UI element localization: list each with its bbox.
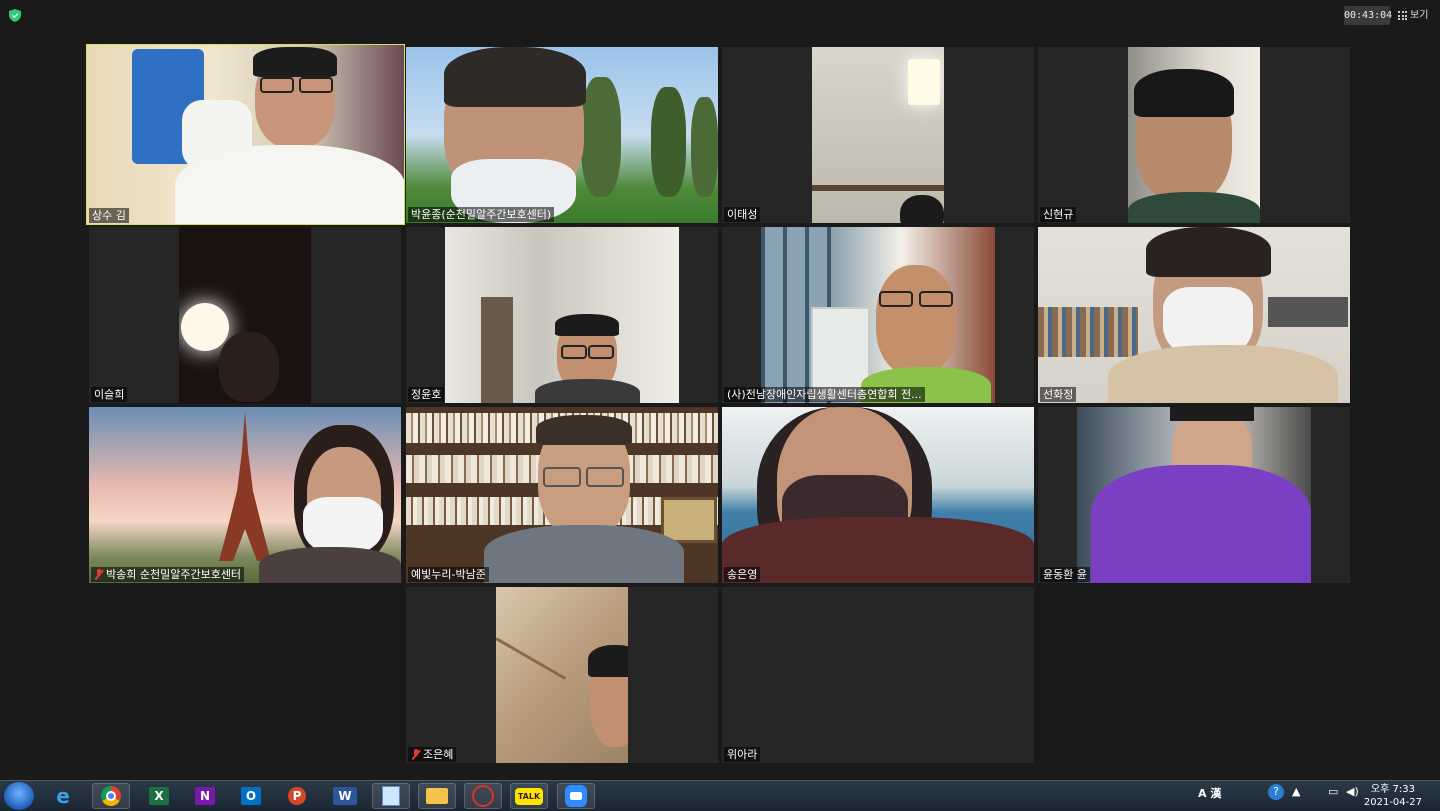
participant-name: 조은혜	[408, 747, 457, 762]
participant-name: 신현규	[1040, 207, 1077, 222]
kakaotalk-icon[interactable]: TALK	[510, 783, 548, 809]
video-tile[interactable]: 신현규	[1038, 47, 1350, 223]
participant-name: 정윤호	[408, 387, 445, 402]
video-tile[interactable]: 상수 김	[86, 44, 405, 225]
muted-mic-icon	[94, 569, 104, 580]
meeting-top-bar: 00:43:04 보기	[0, 0, 1440, 32]
video-tile[interactable]: 박윤종(순천밀알주간보호센터)	[406, 47, 718, 223]
video-tile[interactable]: 이태성	[722, 47, 1034, 223]
participant-name: 박윤종(순천밀알주간보호센터)	[408, 207, 555, 222]
network-icon[interactable]: ▭	[1328, 785, 1338, 798]
participant-name: 위아라	[724, 747, 761, 762]
participant-name: 윤동환 윤	[1040, 567, 1090, 582]
gallery-grid-icon	[1398, 11, 1407, 20]
video-feed	[89, 407, 401, 583]
video-feed	[179, 227, 311, 403]
participant-name: 이태성	[724, 207, 761, 222]
notepad-icon[interactable]	[372, 783, 410, 809]
zoom-icon[interactable]	[557, 783, 595, 809]
clock-date: 2021-04-27	[1363, 797, 1422, 808]
start-button[interactable]	[4, 782, 34, 810]
show-hidden-icons-icon[interactable]: ▲	[1292, 785, 1300, 798]
video-feed	[761, 227, 995, 403]
onenote-icon[interactable]: N	[186, 783, 224, 809]
video-tile[interactable]: 예빛누리-박남준	[406, 407, 718, 583]
eiffel-tower-icon	[219, 411, 271, 561]
windows-taskbar: e X N O P W TALK A 漢 ? ▲ ▭ ◀) 오후 7:33 20…	[0, 780, 1440, 811]
clock-time: 오후 7:33	[1370, 784, 1415, 795]
participant-name: 이슬희	[91, 387, 128, 402]
volume-icon[interactable]: ◀)	[1346, 785, 1359, 798]
file-explorer-icon[interactable]	[418, 783, 456, 809]
participant-name: 상수 김	[89, 208, 129, 223]
excel-icon[interactable]: X	[140, 783, 178, 809]
acrobat-icon[interactable]	[464, 783, 502, 809]
system-clock[interactable]: 오후 7:33 2021-04-27	[1364, 783, 1422, 809]
participant-name: 예빛누리-박남준	[408, 567, 489, 582]
ime-indicator[interactable]: A 漢	[1198, 785, 1221, 801]
video-tile[interactable]: 윤동환 윤	[1038, 407, 1350, 583]
chrome-icon[interactable]	[92, 783, 130, 809]
word-icon[interactable]: W	[326, 783, 364, 809]
security-shield-icon[interactable]	[9, 9, 21, 22]
video-tile[interactable]: (사)전남장애인자립생활센터총연합회 전...	[722, 227, 1034, 403]
video-feed	[1038, 227, 1350, 403]
video-tile[interactable]: 정윤호	[406, 227, 718, 403]
muted-mic-icon	[411, 749, 421, 760]
help-icon[interactable]: ?	[1268, 784, 1284, 800]
video-feed	[1077, 407, 1311, 583]
video-feed	[722, 587, 1034, 763]
video-feed	[812, 47, 944, 223]
meeting-timer: 00:43:04	[1344, 6, 1392, 25]
participant-name: 선화정	[1040, 387, 1077, 402]
participant-name: 송은영	[724, 567, 761, 582]
video-feed	[722, 407, 1034, 583]
video-tile[interactable]: 위아라	[722, 587, 1034, 763]
video-feed	[445, 227, 679, 403]
video-tile[interactable]: 이슬희	[89, 227, 401, 403]
video-feed	[1128, 47, 1260, 223]
video-tile[interactable]: 박송희 순천밀알주간보호센터	[89, 407, 401, 583]
view-button[interactable]: 보기	[1398, 6, 1434, 25]
video-feed	[406, 407, 718, 583]
video-feed	[87, 45, 404, 224]
video-tile[interactable]: 송은영	[722, 407, 1034, 583]
video-feed	[406, 47, 718, 223]
video-tile[interactable]: 조은혜	[406, 587, 718, 763]
internet-explorer-icon[interactable]: e	[44, 783, 82, 809]
video-feed	[496, 587, 628, 763]
participant-name: 박송희 순천밀알주간보호센터	[91, 567, 245, 582]
view-button-label: 보기	[1410, 10, 1429, 21]
powerpoint-icon[interactable]: P	[278, 783, 316, 809]
participant-name: (사)전남장애인자립생활센터총연합회 전...	[724, 387, 925, 402]
video-tile[interactable]: 선화정	[1038, 227, 1350, 403]
outlook-icon[interactable]: O	[232, 783, 270, 809]
